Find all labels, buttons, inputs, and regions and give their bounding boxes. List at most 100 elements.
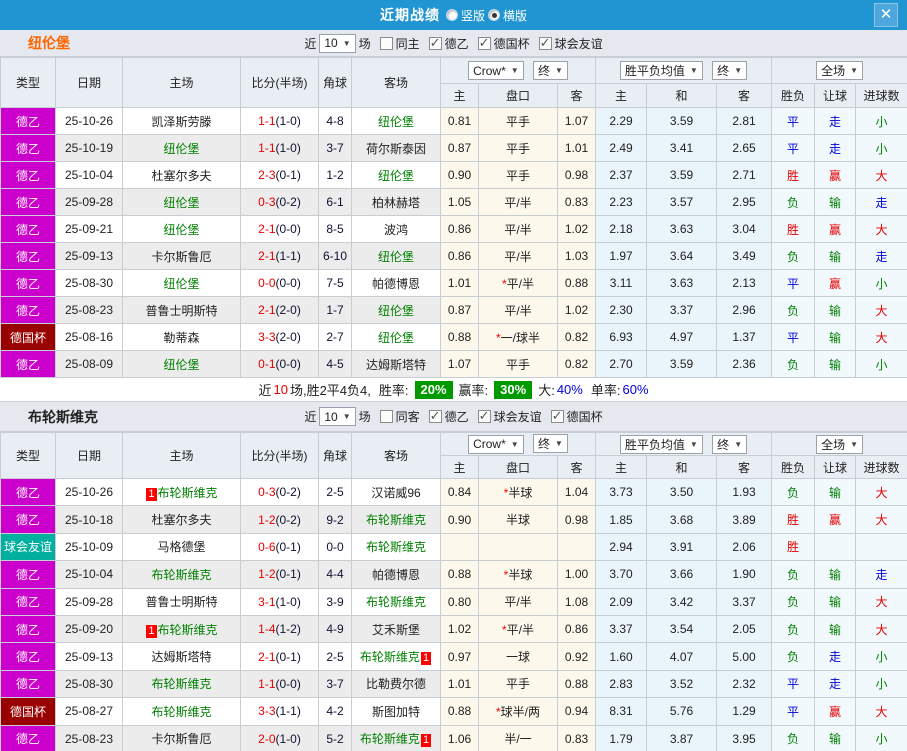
same-home-checkbox[interactable]: [379, 36, 393, 50]
match-count-select[interactable]: 10 ▼: [319, 33, 356, 53]
goals-result-cell: 大: [855, 323, 907, 351]
corners-cell: 6-10: [318, 242, 352, 270]
date-cell: 25-10-04: [55, 161, 123, 189]
match-row: 德乙 25-08-23 卡尔斯鲁厄 2-0(1-0) 5-2 布轮斯维克 1 1.06 半/一 0…: [0, 724, 907, 751]
chevron-down-icon: ▼: [689, 66, 698, 75]
same-away-checkbox[interactable]: [379, 410, 393, 423]
chevron-down-icon: ▼: [734, 66, 743, 75]
handicap-cell: *平/半: [478, 269, 558, 297]
type-cell: 德乙: [0, 642, 56, 671]
result-cell: 胜: [771, 215, 816, 243]
euro-draw-odds-cell: 3.41: [646, 134, 717, 162]
result-cell: 负: [771, 560, 816, 589]
asian-home-odds-cell: 1.02: [440, 614, 479, 644]
scope-select[interactable]: 全场 ▼: [816, 61, 863, 80]
handicap-result-cell: 走: [814, 642, 857, 671]
result-cell: 平: [771, 669, 816, 699]
asian-home-odds-cell: 0.84: [440, 477, 479, 507]
col-euro-home: 主: [595, 455, 647, 479]
asian-away-odds-cell: 1.07: [557, 107, 596, 135]
euro-home-odds-cell: 2.49: [595, 134, 647, 162]
col-euro-away: 客: [715, 455, 773, 479]
score-cell: 1-2(0-2): [240, 505, 319, 534]
cup-label: 德国杯: [566, 410, 603, 424]
euro-draw-odds-cell: 3.59: [646, 350, 717, 378]
close-button[interactable]: ✕: [874, 3, 898, 27]
away-team-cell: 波鸿: [351, 215, 441, 243]
result-group: 全场 ▼: [771, 57, 907, 84]
match-count-select[interactable]: 10 ▼: [319, 407, 356, 426]
win-rate-label: 胜率:: [378, 383, 409, 398]
col-euro-away: 客: [715, 83, 773, 108]
cup-checkbox[interactable]: [477, 35, 491, 51]
team2-filters: 近 10▼ 场 同客 德乙 球会友谊 德国杯: [304, 407, 603, 426]
horizontal-layout-label: 横版: [503, 8, 528, 23]
asian-away-odds-cell: 0.83: [557, 724, 596, 751]
cup-checkbox[interactable]: [550, 408, 564, 424]
score-cell: 2-1(1-1): [240, 242, 319, 270]
euro-avg-select[interactable]: 胜平负均值 ▼: [619, 434, 703, 454]
summary-record: 场,胜2平4负4,: [289, 383, 371, 398]
bookmaker-select[interactable]: Crow* ▼: [468, 434, 524, 454]
league2-checkbox[interactable]: [428, 35, 442, 51]
euro-draw-odds-cell: 3.50: [646, 477, 717, 507]
away-team-cell: 纽伦堡: [351, 107, 441, 135]
asian-away-odds-cell: 0.88: [557, 669, 596, 699]
euro-home-odds-cell: 1.60: [595, 642, 647, 671]
handicap-cell: *球半/两: [478, 697, 558, 726]
handicap-cell: 平手: [478, 350, 558, 378]
result-cell: 负: [771, 188, 816, 216]
date-cell: 25-10-19: [55, 134, 123, 162]
score-cell: 1-1(1-0): [240, 134, 319, 162]
away-team-cell: 布轮斯维克: [351, 532, 441, 562]
euro-final-select[interactable]: 终 ▼: [712, 434, 748, 454]
asian-away-odds-cell: 1.04: [557, 477, 596, 507]
goals-result-cell: 走: [855, 560, 907, 589]
score-cell: 3-3(1-1): [240, 697, 319, 726]
result-cell: 平: [771, 107, 816, 135]
scope-select[interactable]: 全场 ▼: [816, 434, 863, 454]
euro-draw-odds-cell: 3.66: [646, 560, 717, 589]
bookmaker-select[interactable]: Crow* ▼: [468, 61, 524, 81]
asian-home-odds-cell: 1.06: [440, 724, 479, 751]
asian-final-select[interactable]: 终 ▼: [533, 434, 568, 454]
score-cell: 1-1(0-0): [240, 669, 319, 699]
vertical-layout-label: 竖版: [460, 8, 485, 23]
euro-final-select[interactable]: 终 ▼: [712, 61, 748, 80]
euro-draw-odds-cell: 3.68: [646, 505, 717, 534]
vertical-layout-radio[interactable]: [445, 9, 458, 21]
corners-cell: 2-5: [318, 642, 352, 671]
handicap-cell: 半球: [478, 505, 558, 534]
col-type: 类型: [0, 432, 56, 479]
match-row: 德乙 25-10-26 1 布轮斯维克 0-3(0-2) 2-5 汉诺威96 0.84 *半球 1…: [0, 477, 907, 507]
euro-away-odds-cell: 2.96: [715, 296, 773, 324]
friendly-checkbox[interactable]: [538, 35, 552, 51]
handicap-result-cell: 赢: [814, 161, 857, 189]
asian-final-select[interactable]: 终 ▼: [533, 60, 568, 80]
euro-away-odds-cell: 1.93: [715, 477, 773, 507]
home-team-cell: 普鲁士明斯特: [122, 296, 241, 324]
euro-home-odds-cell: 3.70: [595, 560, 647, 589]
league2-checkbox[interactable]: [428, 408, 442, 424]
handicap-cell: *半球: [478, 560, 558, 589]
team2-name: 布轮斯维克: [28, 408, 98, 425]
result-cell: 平: [771, 697, 816, 726]
euro-avg-select[interactable]: 胜平负均值 ▼: [619, 61, 703, 80]
away-team-cell: 达姆斯塔特: [351, 350, 441, 378]
asian-home-odds-cell: 1.01: [440, 269, 479, 297]
asian-home-odds-cell: 0.86: [440, 215, 479, 243]
match-row: 德乙 25-10-18 杜塞尔多夫 1-2(0-2) 9-2 布轮斯维克 0.90 半球 0.9…: [0, 505, 907, 534]
same-away-label: 同客: [395, 410, 420, 424]
corners-cell: 2-5: [318, 477, 352, 507]
rank-badge: 1: [146, 487, 157, 501]
asian-away-odds-cell: 0.92: [557, 642, 596, 671]
asian-home-odds-cell: 0.87: [440, 296, 479, 324]
handicap-result-cell: 输: [814, 477, 857, 507]
col-asian-home: 主: [440, 83, 479, 108]
home-team-cell: 勒蒂森: [122, 323, 241, 351]
type-cell: 德乙: [0, 669, 56, 699]
away-team-cell: 柏林赫塔: [351, 188, 441, 216]
rank-badge: 1: [420, 734, 432, 748]
friendly-checkbox[interactable]: [477, 408, 491, 424]
horizontal-layout-radio[interactable]: [488, 9, 500, 21]
